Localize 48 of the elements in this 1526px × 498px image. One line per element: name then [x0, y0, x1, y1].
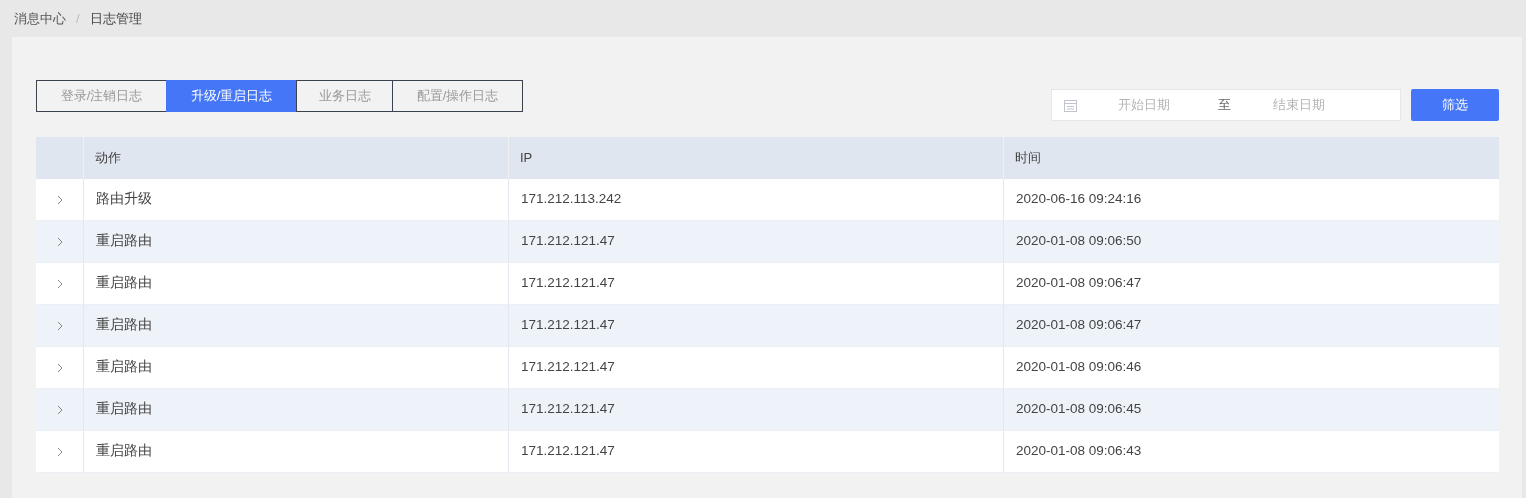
breadcrumb-item[interactable]: 日志管理: [89, 8, 142, 29]
table-cell-text: 2020-01-08 09:06:50: [1016, 232, 1142, 251]
expand-chevron-icon[interactable]: [56, 362, 63, 373]
expand-chevron-icon[interactable]: [56, 236, 63, 247]
table-cell-text: 2020-06-16 09:24:16: [1016, 190, 1142, 209]
table-cell-text: 2020-01-08 09:06:47: [1016, 316, 1142, 335]
table-cell-text: 171.212.113.242: [521, 190, 622, 209]
table-cell-text: 重启路由: [96, 358, 152, 377]
table-cell-text: 171.212.121.47: [521, 274, 615, 293]
table-cell-text: 路由升级: [96, 190, 152, 209]
table-row[interactable]: 重启路由 171.212.121.47 2020-01-08 09:06:50: [36, 221, 1499, 263]
table-cell-text: 重启路由: [96, 274, 152, 293]
expand-chevron-icon[interactable]: [56, 320, 63, 331]
table-cell-text: 171.212.121.47: [521, 442, 615, 461]
column-header: 动作: [95, 149, 121, 168]
table-cell-text: 171.212.121.47: [521, 400, 615, 419]
table-cell-text: 171.212.121.47: [521, 316, 615, 335]
table-row[interactable]: 重启路由 171.212.121.47 2020-01-08 09:06:43: [36, 431, 1499, 473]
expand-chevron-icon[interactable]: [56, 278, 63, 289]
table-row[interactable]: 重启路由 171.212.121.47 2020-01-08 09:06:47: [36, 305, 1499, 347]
expand-chevron-icon[interactable]: [56, 446, 63, 457]
table-cell-text: 2020-01-08 09:06:46: [1016, 358, 1142, 377]
date-range-field[interactable]: 开始日期 至 结束日期: [1051, 89, 1401, 121]
table-cell-text: 2020-01-08 09:06:47: [1016, 274, 1142, 293]
expand-chevron-icon[interactable]: [56, 404, 63, 415]
table-row[interactable]: 路由升级 171.212.113.242 2020-06-16 09:24:16: [36, 179, 1499, 221]
expand-chevron-icon[interactable]: [56, 194, 63, 205]
table-row[interactable]: 重启路由 171.212.121.47 2020-01-08 09:06:46: [36, 347, 1499, 389]
column-header: 时间: [1015, 149, 1041, 168]
table-cell-text: 重启路由: [96, 232, 152, 251]
table-cell-text: 171.212.121.47: [521, 358, 615, 377]
table-cell-text: 2020-01-08 09:06:43: [1016, 442, 1142, 461]
table-cell-text: 2020-01-08 09:06:45: [1016, 400, 1142, 419]
table-cell-text: 171.212.121.47: [521, 232, 615, 251]
range-separator: 至: [1218, 96, 1231, 115]
table-cell-text: 重启路由: [96, 442, 152, 461]
table-row[interactable]: 重启路由 171.212.121.47 2020-01-08 09:06:45: [36, 389, 1499, 431]
filter-button[interactable]: 筛选: [1411, 89, 1499, 121]
table-cell-text: 重启路由: [96, 400, 152, 419]
table-row[interactable]: 重启路由 171.212.121.47 2020-01-08 09:06:47: [36, 263, 1499, 305]
start-date-placeholder: 开始日期: [1118, 96, 1171, 115]
end-date-placeholder: 结束日期: [1273, 96, 1325, 115]
table-cell-text: 重启路由: [96, 316, 152, 335]
breadcrumb-item[interactable]: 消息中心: [14, 8, 66, 29]
calendar-icon: [1064, 98, 1077, 112]
tab[interactable]: 升级/重启日志: [166, 80, 297, 112]
breadcrumb-separator: /: [76, 9, 80, 28]
column-header: IP: [520, 149, 533, 168]
